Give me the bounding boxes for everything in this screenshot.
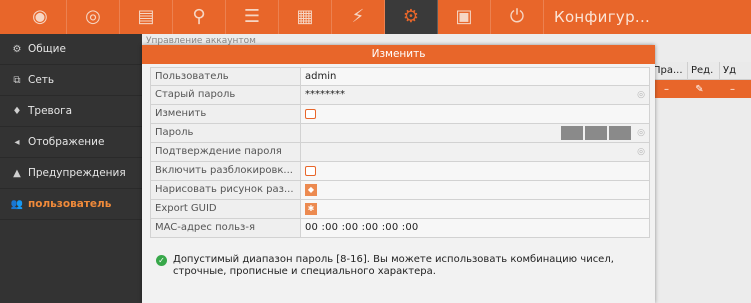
export-guid-row: Export GUID ✱ bbox=[150, 200, 650, 219]
confirm-password-label: Подтверждение пароля bbox=[151, 143, 301, 161]
gear-icon: ⚙ bbox=[12, 43, 22, 55]
old-password-value: ******** bbox=[305, 89, 345, 100]
sidebar-item-label: Общие bbox=[28, 43, 66, 55]
confirm-password-input[interactable]: ◎ bbox=[301, 143, 649, 161]
toolbar-button-7[interactable]: ⚙ bbox=[385, 0, 438, 34]
event-icon: ⚡ bbox=[351, 6, 365, 27]
column-header-delete[interactable]: Уд bbox=[720, 62, 751, 79]
change-checkbox[interactable] bbox=[305, 109, 316, 119]
warning-icon: ▲ bbox=[13, 167, 21, 179]
sidebar-item-label: Тревога bbox=[28, 105, 73, 117]
draw-pattern-row: Нарисовать рисунок раз... ◆ bbox=[150, 181, 650, 200]
sidebar-item-label: пользователь bbox=[28, 198, 112, 210]
change-label: Изменить bbox=[151, 105, 301, 123]
sidebar-item-1[interactable]: ⧉ Сеть bbox=[0, 65, 142, 96]
playback-icon: ◉ bbox=[32, 6, 48, 27]
config-icon: ⚙ bbox=[402, 6, 420, 27]
old-password-label: Старый пароль bbox=[151, 86, 301, 104]
user-label: Пользователь bbox=[151, 68, 301, 85]
sidebar-item-4[interactable]: ▲ Предупреждения bbox=[0, 158, 142, 189]
user-table-header: Пра... Ред. Уд bbox=[650, 62, 751, 80]
delete-cell[interactable]: – bbox=[716, 84, 749, 95]
toolbar-button-9[interactable]: ⏻ bbox=[491, 0, 544, 34]
unlock-pattern-value bbox=[301, 162, 649, 180]
column-header-permissions[interactable]: Пра... bbox=[650, 62, 688, 79]
toolbar-button-3[interactable]: ⚲ bbox=[173, 0, 226, 34]
password-input[interactable]: ◎ bbox=[301, 124, 649, 142]
sidebar-item-5[interactable]: 👥 пользователь bbox=[0, 189, 142, 220]
user-form: Пользователь admin Старый пароль *******… bbox=[150, 67, 650, 238]
display-icon: ◂ bbox=[14, 136, 20, 148]
alarm-icon: ♦ bbox=[12, 105, 22, 117]
mac-address-row: MAC-адрес польз-я 00 :00 :00 :00 :00 :00 bbox=[150, 219, 650, 238]
sidebar-item-0[interactable]: ⚙ Общие bbox=[0, 34, 142, 65]
draw-pattern-button[interactable]: ◆ bbox=[305, 184, 317, 196]
ptz-icon: ⚲ bbox=[192, 6, 206, 27]
toolbar-button-6[interactable]: ⚡ bbox=[332, 0, 385, 34]
main-toolbar: ◉ ◎ ▤ ⚲ ☰ ▦ ⚡ ⚙ ▣ ⏻ Конфигур... bbox=[0, 0, 751, 34]
old-password-row: Старый пароль ******** ◎ bbox=[150, 86, 650, 105]
sidebar-item-label: Предупреждения bbox=[28, 167, 126, 179]
network-icon: ⧉ bbox=[13, 74, 21, 86]
export-guid-button[interactable]: ✱ bbox=[305, 203, 317, 215]
sidebar-item-label: Отображение bbox=[28, 136, 105, 148]
change-value bbox=[301, 105, 649, 123]
user-icon: 👥 bbox=[10, 198, 24, 210]
sidebar-item-2[interactable]: ♦ Тревога bbox=[0, 96, 142, 127]
show-password-icon[interactable]: ◎ bbox=[637, 86, 645, 104]
confirm-password-row: Подтверждение пароля ◎ bbox=[150, 143, 650, 162]
user-value: admin bbox=[305, 71, 337, 82]
stats-icon: ▦ bbox=[296, 6, 314, 27]
show-password-icon[interactable]: ◎ bbox=[637, 124, 645, 142]
show-password-icon[interactable]: ◎ bbox=[637, 143, 645, 161]
sidebar-item-3[interactable]: ◂ Отображение bbox=[0, 127, 142, 158]
old-password-input[interactable]: ******** ◎ bbox=[301, 86, 649, 104]
file-management-icon: ▤ bbox=[137, 6, 155, 27]
password-label: Пароль bbox=[151, 124, 301, 142]
mac-address-label: MAC-адрес польз-я bbox=[151, 219, 301, 237]
export-guid-value: ✱ bbox=[301, 200, 649, 218]
draw-pattern-value: ◆ bbox=[301, 181, 649, 199]
password-hint-text: Допустимый диапазон пароль [8-16]. Вы мо… bbox=[173, 254, 614, 277]
storage-icon: ☰ bbox=[243, 6, 261, 27]
password-row: Пароль ◎ bbox=[150, 124, 650, 143]
edit-icon[interactable]: ✎ bbox=[683, 84, 716, 95]
toolbar-button-0[interactable]: ◉ bbox=[14, 0, 67, 34]
power-icon: ⏻ bbox=[509, 6, 525, 27]
export-guid-label: Export GUID bbox=[151, 200, 301, 218]
toolbar-button-8[interactable]: ▣ bbox=[438, 0, 491, 34]
column-header-edit[interactable]: Ред. bbox=[688, 62, 720, 79]
edit-user-dialog: Изменить Пользователь admin Старый парол… bbox=[142, 45, 655, 303]
dialog-title: Изменить bbox=[142, 45, 655, 64]
toolbar-button-4[interactable]: ☰ bbox=[226, 0, 279, 34]
camera-icon: ◎ bbox=[85, 6, 101, 27]
toolbar-title: Конфигур... bbox=[554, 8, 651, 26]
check-icon: ✓ bbox=[156, 255, 167, 266]
maintenance-icon: ▣ bbox=[455, 6, 473, 27]
draw-pattern-label: Нарисовать рисунок раз... bbox=[151, 181, 301, 199]
table-row[interactable]: – ✎ – bbox=[650, 80, 751, 98]
unlock-pattern-label: Включить разблокировк... bbox=[151, 162, 301, 180]
config-sidebar: ⚙ Общие ⧉ Сеть ♦ Тревога ◂ Отображение ▲ Предупре… bbox=[0, 34, 142, 303]
toolbar-button-1[interactable]: ◎ bbox=[67, 0, 120, 34]
password-hint: ✓ Допустимый диапазон пароль [8-16]. Вы … bbox=[156, 254, 636, 278]
password-strength-bar bbox=[561, 126, 631, 140]
unlock-pattern-checkbox[interactable] bbox=[305, 166, 316, 176]
sidebar-item-label: Сеть bbox=[28, 74, 55, 86]
toolbar-button-5[interactable]: ▦ bbox=[279, 0, 332, 34]
change-row: Изменить bbox=[150, 105, 650, 124]
toolbar-button-2[interactable]: ▤ bbox=[120, 0, 173, 34]
user-row: Пользователь admin bbox=[150, 67, 650, 86]
mac-address-input[interactable]: 00 :00 :00 :00 :00 :00 bbox=[301, 219, 649, 237]
unlock-pattern-row: Включить разблокировк... bbox=[150, 162, 650, 181]
